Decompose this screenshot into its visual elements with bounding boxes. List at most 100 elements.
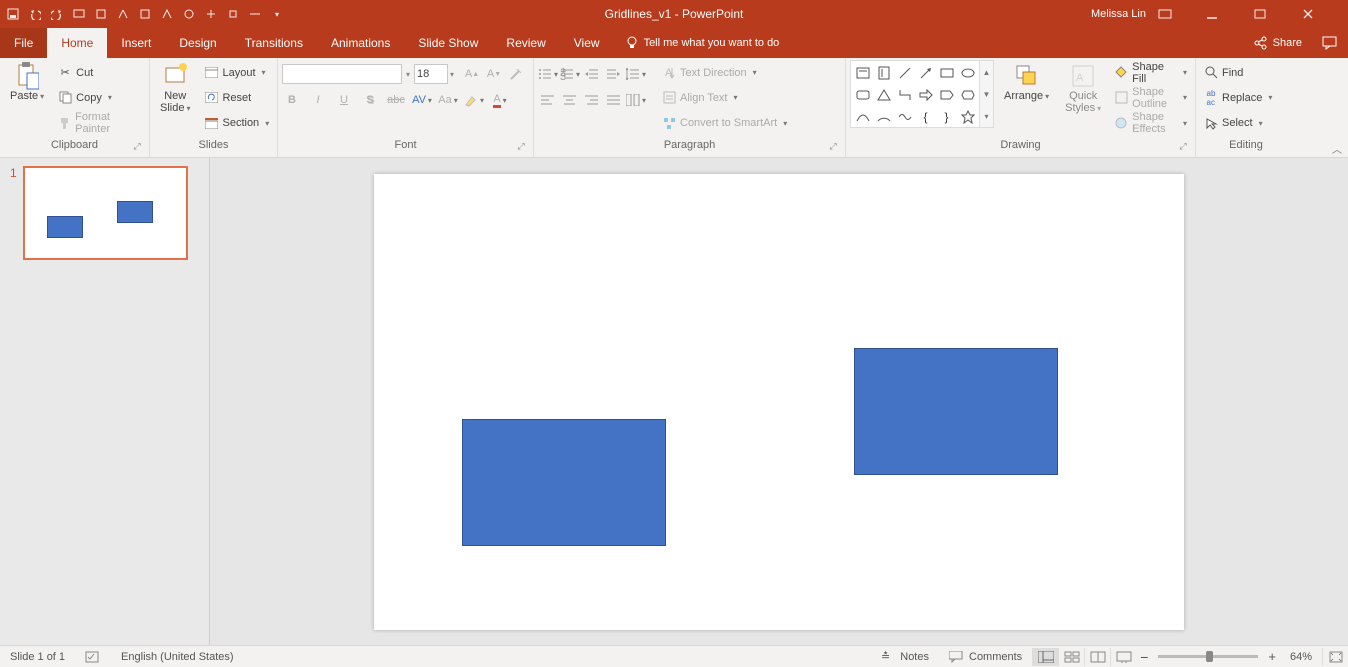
dialog-launcher-icon[interactable]: ⤢	[827, 141, 839, 153]
shape-arc-icon[interactable]	[873, 106, 894, 128]
slide-sorter-view-icon[interactable]	[1058, 648, 1084, 666]
align-left-icon[interactable]	[538, 90, 558, 110]
shape-textbox-icon[interactable]	[852, 62, 873, 84]
copy-button[interactable]: Copy	[54, 87, 145, 109]
font-name-input[interactable]	[282, 64, 402, 84]
arrange-button[interactable]: Arrange	[998, 60, 1055, 106]
format-painter-button[interactable]: Format Painter	[54, 112, 145, 134]
font-color-icon[interactable]: A	[490, 90, 510, 110]
undo-icon[interactable]	[28, 7, 42, 21]
qat-icon[interactable]	[226, 7, 240, 21]
align-center-icon[interactable]	[560, 90, 580, 110]
bullets-icon[interactable]	[538, 64, 558, 84]
tab-review[interactable]: Review	[492, 28, 559, 58]
maximize-icon[interactable]	[1254, 8, 1290, 20]
shapes-gallery[interactable]: { }	[850, 60, 980, 128]
underline-icon[interactable]: U	[334, 90, 354, 110]
zoom-out-icon[interactable]: −	[1140, 649, 1148, 665]
tab-slideshow[interactable]: Slide Show	[404, 28, 492, 58]
zoom-slider-handle[interactable]	[1206, 651, 1213, 662]
reading-view-icon[interactable]	[1084, 648, 1110, 666]
numbering-icon[interactable]: 123	[560, 64, 580, 84]
increase-font-icon[interactable]: A▲	[462, 64, 482, 84]
dialog-launcher-icon[interactable]: ⤢	[515, 141, 527, 153]
tab-home[interactable]: Home	[47, 28, 107, 58]
tab-design[interactable]: Design	[165, 28, 230, 58]
change-case-icon[interactable]: Aa	[438, 90, 458, 110]
shape-hexagon-icon[interactable]	[957, 84, 978, 106]
shape-vtextbox-icon[interactable]	[873, 62, 894, 84]
bold-icon[interactable]: B	[282, 90, 302, 110]
slide-counter[interactable]: Slide 1 of 1	[0, 651, 75, 663]
slide[interactable]	[374, 174, 1184, 630]
comments-icon[interactable]	[1312, 28, 1348, 58]
slide-canvas-area[interactable]	[210, 158, 1348, 645]
shape-roundrect-icon[interactable]	[852, 84, 873, 106]
justify-icon[interactable]	[604, 90, 624, 110]
rectangle-shape-1[interactable]	[462, 419, 666, 546]
normal-view-icon[interactable]	[1032, 648, 1058, 666]
decrease-font-icon[interactable]: A▼	[484, 64, 504, 84]
shape-pentagon-icon[interactable]	[936, 84, 957, 106]
language-status[interactable]: English (United States)	[111, 651, 244, 663]
cut-button[interactable]: ✂Cut	[54, 62, 145, 84]
qat-icon[interactable]	[94, 7, 108, 21]
italic-icon[interactable]: I	[308, 90, 328, 110]
spellcheck-icon[interactable]	[75, 650, 111, 664]
layout-button[interactable]: Layout	[200, 62, 273, 84]
qat-icon[interactable]	[138, 7, 152, 21]
dialog-launcher-icon[interactable]: ⤢	[131, 141, 143, 153]
zoom-level[interactable]: 64%	[1280, 651, 1322, 663]
char-spacing-icon[interactable]: AV	[412, 90, 432, 110]
align-text-button[interactable]: Align Text	[658, 87, 791, 109]
share-button[interactable]: Share	[1243, 28, 1312, 58]
tell-me[interactable]: Tell me what you want to do	[614, 28, 792, 58]
qat-icon[interactable]	[204, 7, 218, 21]
line-spacing-icon[interactable]	[626, 64, 646, 84]
quick-styles-button[interactable]: A Quick Styles	[1059, 60, 1107, 118]
shape-triangle-icon[interactable]	[873, 84, 894, 106]
tab-animations[interactable]: Animations	[317, 28, 404, 58]
tab-file[interactable]: File	[0, 28, 47, 58]
text-direction-button[interactable]: AText Direction	[658, 62, 791, 84]
shape-arrow-line-icon[interactable]	[915, 62, 936, 84]
shape-connector-icon[interactable]	[894, 84, 915, 106]
fit-to-window-icon[interactable]	[1322, 648, 1348, 666]
shape-lbrace-icon[interactable]: {	[915, 106, 936, 128]
rectangle-shape-2[interactable]	[854, 348, 1058, 475]
tab-view[interactable]: View	[560, 28, 614, 58]
find-button[interactable]: Find	[1200, 62, 1276, 84]
shapes-gallery-scroll[interactable]: ▲▼▾	[980, 60, 994, 128]
qat-icon[interactable]	[248, 7, 262, 21]
shape-wave-icon[interactable]	[894, 106, 915, 128]
start-from-beginning-icon[interactable]	[72, 7, 86, 21]
shape-line-icon[interactable]	[894, 62, 915, 84]
comments-button[interactable]: Comments	[939, 651, 1032, 663]
shape-effects-button[interactable]: Shape Effects	[1111, 112, 1191, 134]
convert-smartart-button[interactable]: Convert to SmartArt	[658, 112, 791, 134]
dialog-launcher-icon[interactable]: ⤢	[1177, 141, 1189, 153]
qat-icon[interactable]	[160, 7, 174, 21]
tab-insert[interactable]: Insert	[107, 28, 165, 58]
zoom-in-icon[interactable]: +	[1268, 649, 1276, 664]
user-name[interactable]: Melissa Lin	[1091, 8, 1146, 20]
ribbon-display-icon[interactable]	[1158, 9, 1194, 19]
font-size-input[interactable]	[414, 64, 448, 84]
redo-icon[interactable]	[50, 7, 64, 21]
collapse-ribbon-icon[interactable]: ︿	[1332, 141, 1342, 156]
section-button[interactable]: Section	[200, 112, 273, 134]
slide-thumbnail-panel[interactable]: 1	[0, 158, 210, 645]
slideshow-view-icon[interactable]	[1110, 648, 1136, 666]
highlight-icon[interactable]	[464, 90, 484, 110]
shape-oval-icon[interactable]	[957, 62, 978, 84]
shape-rbrace-icon[interactable]: }	[936, 106, 957, 128]
shape-star-icon[interactable]	[957, 106, 978, 128]
shape-rect-icon[interactable]	[936, 62, 957, 84]
shape-arrow-icon[interactable]	[915, 84, 936, 106]
increase-indent-icon[interactable]	[604, 64, 624, 84]
strikethrough-icon[interactable]: abc	[386, 90, 406, 110]
paste-button[interactable]: Paste	[4, 60, 50, 106]
qat-icon[interactable]	[116, 7, 130, 21]
shape-fill-button[interactable]: Shape Fill	[1111, 62, 1191, 84]
qat-customize-icon[interactable]: ▾	[270, 7, 284, 21]
